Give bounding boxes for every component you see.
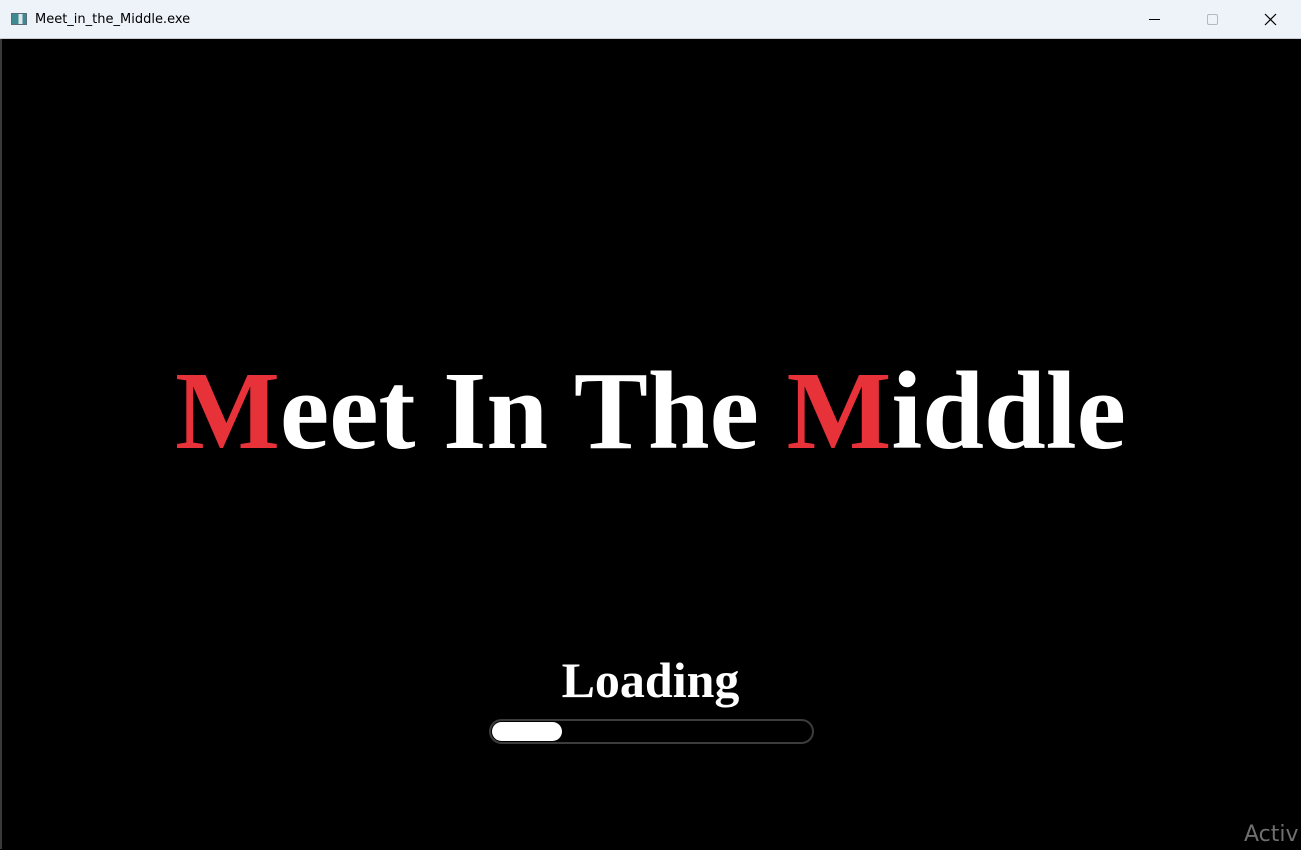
app-window: Meet_in_the_Middle.exe Meet In The Middl… (0, 0, 1301, 849)
loading-progress-bar (489, 719, 814, 744)
close-button[interactable] (1241, 0, 1299, 38)
loading-progress-fill (492, 722, 562, 741)
title-segment-2: iddle (891, 350, 1126, 473)
close-icon (1264, 13, 1277, 26)
activation-watermark: Activ (1244, 822, 1299, 847)
window-title: Meet_in_the_Middle.exe (35, 12, 191, 27)
game-title: Meet In The Middle (0, 352, 1301, 472)
title-bar[interactable]: Meet_in_the_Middle.exe (0, 0, 1301, 39)
app-window-icon (11, 13, 27, 25)
maximize-button[interactable] (1183, 0, 1241, 38)
title-segment-1: eet In The (279, 350, 787, 473)
loading-label: Loading (561, 652, 740, 708)
minimize-icon (1149, 19, 1160, 20)
maximize-icon (1207, 14, 1218, 25)
title-letter-m-1: M (175, 350, 280, 473)
title-letter-m-2: M (786, 350, 892, 473)
minimize-button[interactable] (1125, 0, 1183, 38)
